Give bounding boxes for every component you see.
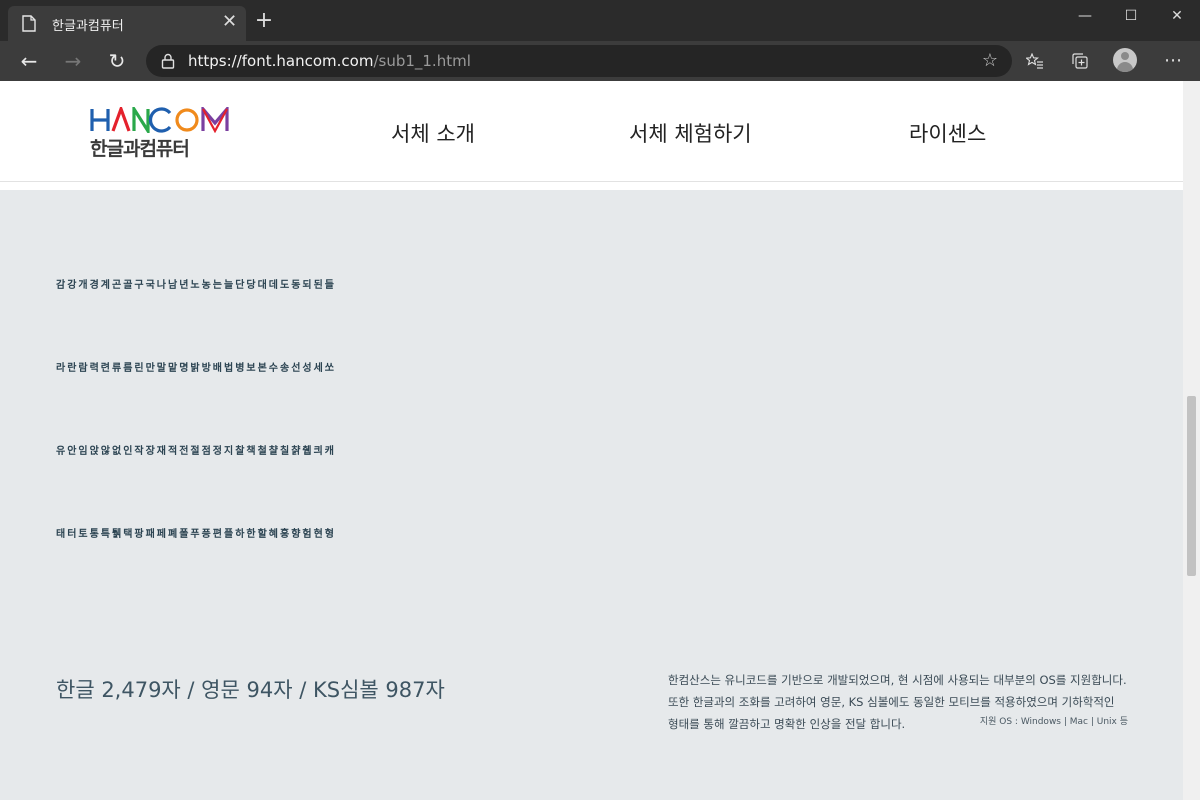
description-line-1: 한컴산스는 유니코드를 기반으로 개발되었으며, 현 시점에 사용되는 대부분의… [668, 673, 1127, 687]
nav-font-intro[interactable]: 서체 소개 [391, 118, 475, 148]
font-sample-section: 감강개경계곤골구국나남년노농는늘단당대데도동되된들 라란람력련류름린만말맡명밝방… [0, 190, 1183, 800]
lock-icon [161, 53, 175, 69]
browser-toolbar: ← → ↻ https://font.hancom.com/sub1_1.htm… [0, 41, 1200, 81]
page-viewport: 한글과컴퓨터 서체 소개 서체 체험하기 라이센스 감강개경계곤골구국나남년노농… [0, 81, 1200, 800]
collections-icon[interactable] [1064, 46, 1096, 76]
refresh-button[interactable]: ↻ [101, 46, 133, 76]
maximize-button[interactable]: ☐ [1108, 0, 1154, 32]
description-line-2: 또한 한글과의 조화를 고려하여 영문, KS 심볼에도 동일한 모티브를 적용… [668, 695, 1115, 709]
sample-line-3: 유안임앉않없인작장재적전절점정지찰책철챨칠챩췝킈캐 [56, 446, 336, 457]
sample-line-2: 라란람력련류름린만말맡명밝방배법병보본수송선성세쏘 [56, 363, 336, 374]
url-text: https://font.hancom.com/sub1_1.html [188, 52, 471, 70]
page-icon [22, 15, 36, 32]
close-tab-icon[interactable]: ✕ [222, 12, 237, 32]
supported-os: 지원 OS : Windows | Mac | Unix 등 [979, 717, 1128, 727]
sample-line-4: 태터토통특퉭택팡패페폐폴푸픙편플하한할혜홍향험현형 [56, 529, 336, 540]
header-gap [0, 182, 1183, 190]
minimize-button[interactable]: — [1062, 0, 1108, 32]
back-button[interactable]: ← [13, 46, 45, 76]
sample-line-1: 감강개경계곤골구국나남년노농는늘단당대데도동되된들 [56, 280, 336, 291]
hancom-logo-mark [90, 107, 229, 133]
browser-tab[interactable]: 한글과컴퓨터 ✕ [8, 6, 246, 41]
close-window-button[interactable]: ✕ [1154, 0, 1200, 32]
more-menu-icon[interactable]: ⋯ [1157, 46, 1189, 76]
hancom-logo[interactable]: 한글과컴퓨터 [90, 107, 240, 163]
nav-license[interactable]: 라이센스 [909, 118, 986, 148]
tab-title: 한글과컴퓨터 [52, 19, 124, 34]
browser-titlebar: 한글과컴퓨터 ✕ + — ☐ ✕ [0, 0, 1200, 41]
favorites-list-icon[interactable] [1019, 46, 1051, 76]
glyph-counts: 한글 2,479자 / 영문 94자 / KS심볼 987자 [56, 678, 445, 702]
favorite-star-icon[interactable]: ☆ [982, 50, 998, 71]
profile-avatar[interactable] [1113, 48, 1137, 72]
nav-font-trial[interactable]: 서체 체험하기 [629, 118, 752, 148]
logo-subtitle: 한글과컴퓨터 [90, 138, 190, 160]
site-header: 한글과컴퓨터 서체 소개 서체 체험하기 라이센스 [0, 81, 1183, 182]
new-tab-button[interactable]: + [252, 9, 276, 33]
vertical-scrollbar[interactable] [1183, 81, 1200, 800]
address-bar[interactable]: https://font.hancom.com/sub1_1.html ☆ [146, 45, 1012, 77]
scrollbar-thumb[interactable] [1187, 396, 1196, 576]
forward-button[interactable]: → [57, 46, 89, 76]
